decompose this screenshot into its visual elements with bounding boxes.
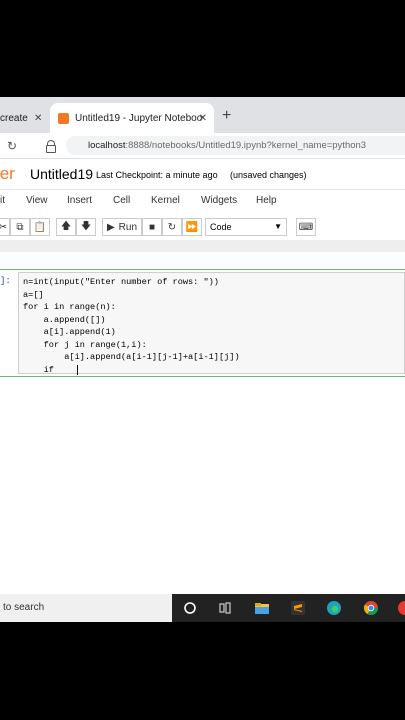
jupyter-logo[interactable]: ter xyxy=(0,164,15,184)
interrupt-button[interactable]: ■ xyxy=(142,218,162,236)
taskbar: to search xyxy=(0,594,405,622)
menu-insert[interactable]: Insert xyxy=(67,195,92,206)
code-editor[interactable]: n=int(input("Enter number of rows: ")) a… xyxy=(18,272,405,375)
task-view-icon[interactable] xyxy=(217,600,233,616)
code-line: a[i].append(1) xyxy=(23,327,116,337)
url-host: localhost xyxy=(88,140,126,151)
keyboard-icon[interactable]: ⌨ xyxy=(296,218,316,236)
cell-type-value: Code xyxy=(210,222,232,232)
notebook-toolbar: ✂ ⧉ 📋 🡅 🡇 ▶ Run ■ ↻ ⏩ Code ▼ ⌨ xyxy=(0,218,405,238)
url-path: :8888/notebooks/Untitled19.ipynb?kernel_… xyxy=(125,140,367,151)
chrome-icon[interactable] xyxy=(363,600,379,616)
move-down-button[interactable]: 🡇 xyxy=(76,218,96,236)
menu-bar: it View Insert Cell Kernel Widgets Help xyxy=(0,195,405,210)
menu-widgets[interactable]: Widgets xyxy=(201,195,237,206)
checkpoint-status: Last Checkpoint: a minute ago xyxy=(96,170,218,180)
code-line: a[i].append(a[i-1][j-1]+a[i-1][j]) xyxy=(23,352,240,362)
close-icon[interactable]: ✕ xyxy=(199,113,207,124)
run-label: Run xyxy=(118,221,138,233)
close-icon[interactable]: ✕ xyxy=(34,113,42,124)
copy-button[interactable]: ⧉ xyxy=(10,218,30,236)
tab-title: Untitled19 - Jupyter Notebook xyxy=(75,112,203,124)
code-line: for i in range(n): xyxy=(23,302,116,312)
sublime-text-icon[interactable] xyxy=(290,600,306,616)
menu-kernel[interactable]: Kernel xyxy=(151,195,180,206)
edge-icon[interactable] xyxy=(326,600,342,616)
cell-type-select[interactable]: Code ▼ xyxy=(205,218,287,236)
reload-icon[interactable]: ↻ xyxy=(7,139,17,153)
code-line: if xyxy=(23,364,54,375)
cut-button[interactable]: ✂ xyxy=(0,218,10,236)
url-field[interactable]: localhost:8888/notebooks/Untitled19.ipyn… xyxy=(66,136,405,155)
browser-tab-bar: create a ✕ Untitled19 - Jupyter Notebook… xyxy=(0,97,405,133)
notebook-name[interactable]: Untitled19 xyxy=(30,166,93,182)
restart-run-all-button[interactable]: ⏩ xyxy=(182,218,202,236)
toolbar-separator xyxy=(0,240,405,252)
code-line: a=[] xyxy=(23,289,44,300)
lock-icon[interactable] xyxy=(46,139,56,153)
menu-view[interactable]: View xyxy=(26,195,48,206)
code-line: n=int(input("Enter number of rows: ")) xyxy=(23,277,219,287)
menu-edit[interactable]: it xyxy=(0,195,5,206)
code-cell[interactable]: ]: n=int(input("Enter number of rows: ")… xyxy=(0,269,405,377)
move-up-button[interactable]: 🡅 xyxy=(56,218,76,236)
menu-cell[interactable]: Cell xyxy=(113,195,130,206)
cortana-icon[interactable] xyxy=(182,600,198,616)
taskbar-search[interactable]: to search xyxy=(0,594,172,622)
file-explorer-icon[interactable] xyxy=(254,600,270,616)
chevron-down-icon: ▼ xyxy=(274,222,282,231)
unsaved-status: (unsaved changes) xyxy=(230,170,307,180)
restart-button[interactable]: ↻ xyxy=(162,218,182,236)
code-line: for j in range(1,i): xyxy=(23,339,147,350)
new-tab-icon[interactable]: + xyxy=(222,107,231,125)
run-button[interactable]: ▶ Run xyxy=(102,218,142,236)
browser-tab-active[interactable]: Untitled19 - Jupyter Notebook ✕ xyxy=(50,103,214,133)
app-icon[interactable] xyxy=(397,600,405,616)
screen: create a ✕ Untitled19 - Jupyter Notebook… xyxy=(0,97,405,622)
cell-prompt: ]: xyxy=(0,276,11,286)
text-cursor xyxy=(77,365,78,375)
menu-help[interactable]: Help xyxy=(256,195,277,206)
run-icon: ▶ xyxy=(106,221,115,233)
tab-title: create a xyxy=(0,112,28,124)
jupyter-header: ter Untitled19 Last Checkpoint: a minute… xyxy=(0,158,405,190)
jupyter-favicon-icon xyxy=(58,112,69,124)
address-bar: ↻ localhost:8888/notebooks/Untitled19.ip… xyxy=(0,133,405,158)
browser-tab[interactable]: create a ✕ xyxy=(0,103,50,133)
paste-button[interactable]: 📋 xyxy=(30,218,50,236)
code-line: a.append([]) xyxy=(23,314,106,325)
